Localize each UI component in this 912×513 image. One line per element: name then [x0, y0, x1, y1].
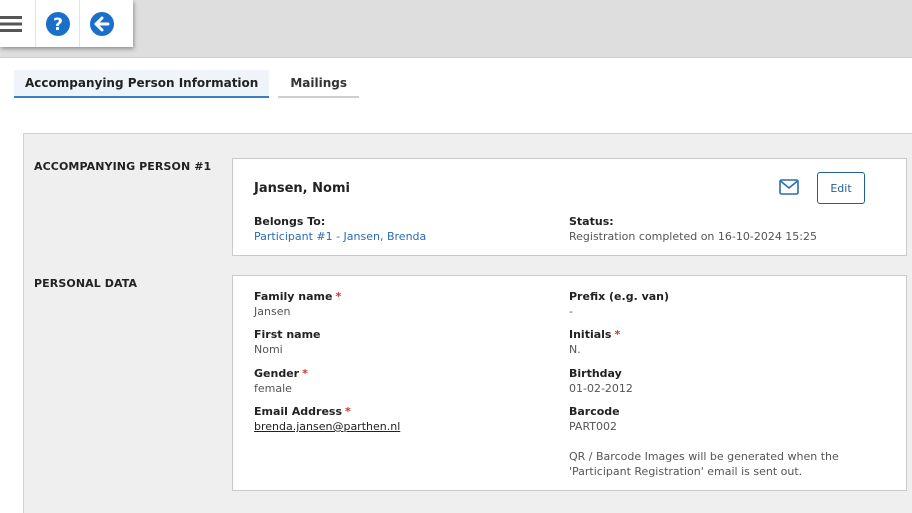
birthday-field: Birthday 01-02-2012: [569, 366, 633, 396]
initials-value: N.: [569, 343, 581, 356]
belongs-to-field: Belongs To: Participant #1 - Jansen, Bre…: [254, 214, 426, 244]
required-marker: *: [335, 290, 342, 303]
email-field: Email Address * brenda.jansen@parthen.nl: [254, 404, 400, 434]
family-name-field: Family name * Jansen: [254, 289, 341, 319]
prefix-field: Prefix (e.g. van) -: [569, 289, 669, 319]
first-name-label: First name: [254, 328, 321, 341]
menu-button[interactable]: [0, 0, 36, 47]
tab-mailings[interactable]: Mailings: [278, 70, 359, 98]
first-name-field: First name Nomi: [254, 327, 321, 357]
arrow-left-circle-icon: [90, 11, 114, 36]
personal-data-section-label: PERSONAL DATA: [34, 277, 138, 290]
accompanying-person-card: Jansen, Nomi Edit Belongs To: Participan…: [232, 158, 907, 256]
barcode-note: QR / Barcode Images will be generated wh…: [569, 450, 839, 478]
first-name-value: Nomi: [254, 343, 283, 356]
tab-accompanying-person-information[interactable]: Accompanying Person Information: [14, 70, 270, 98]
gender-value: female: [254, 382, 292, 395]
person-name: Jansen, Nomi: [254, 181, 350, 196]
family-name-label: Family name: [254, 290, 333, 303]
gender-field: Gender * female: [254, 366, 308, 396]
required-marker: *: [302, 367, 308, 380]
status-label: Status:: [569, 215, 614, 228]
status-value: Registration completed on 16-10-2024 15:…: [569, 230, 818, 243]
belongs-to-label: Belongs To:: [254, 215, 326, 228]
initials-field: Initials * N.: [569, 327, 620, 357]
toolbar: ?: [0, 0, 133, 47]
belongs-to-link[interactable]: Participant #1 - Jansen, Brenda: [254, 229, 426, 244]
email-link[interactable]: brenda.jansen@parthen.nl: [254, 419, 400, 434]
edit-button[interactable]: Edit: [817, 172, 865, 204]
tab-bar: Accompanying Person Information Mailings: [14, 70, 368, 98]
back-button[interactable]: [80, 0, 124, 47]
gender-label: Gender: [254, 367, 300, 380]
family-name-value: Jansen: [254, 305, 291, 318]
hamburger-menu-icon: [0, 15, 22, 32]
personal-data-card: Family name * Jansen Prefix (e.g. van) - …: [232, 275, 907, 491]
content-panel: ACCOMPANYING PERSON #1 Jansen, Nomi Edit…: [23, 133, 912, 513]
help-button[interactable]: ?: [36, 0, 80, 47]
initials-label: Initials: [569, 328, 612, 341]
status-field: Status: Registration completed on 16-10-…: [569, 214, 817, 244]
birthday-value: 01-02-2012: [569, 382, 633, 395]
prefix-value: -: [569, 305, 573, 318]
barcode-field: Barcode PART002: [569, 404, 620, 434]
birthday-label: Birthday: [569, 367, 622, 380]
required-marker: *: [614, 328, 621, 341]
barcode-label: Barcode: [569, 405, 620, 418]
barcode-value: PART002: [569, 420, 618, 433]
question-circle-icon: ?: [45, 11, 70, 36]
required-marker: *: [345, 405, 351, 418]
envelope-icon[interactable]: [779, 179, 799, 195]
top-bar: ?: [0, 0, 912, 58]
accompanying-person-section-label: ACCOMPANYING PERSON #1: [34, 160, 212, 173]
email-label: Email Address: [254, 405, 343, 418]
prefix-label: Prefix (e.g. van): [569, 290, 670, 303]
svg-text:?: ?: [53, 15, 63, 35]
